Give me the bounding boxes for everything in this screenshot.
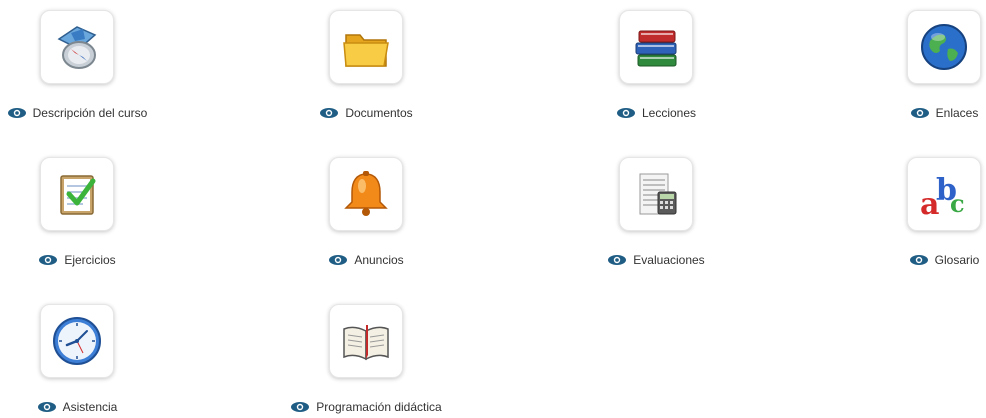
eye-icon[interactable]	[290, 401, 310, 413]
eye-icon[interactable]	[909, 254, 929, 266]
clock-icon[interactable]	[40, 304, 114, 378]
tool-attendance-label-row[interactable]: Asistencia	[0, 400, 177, 414]
bell-icon[interactable]	[329, 157, 403, 231]
tool-lessons-label-row[interactable]: Lecciones	[556, 106, 756, 120]
books-icon[interactable]	[619, 10, 693, 84]
checklist-icon[interactable]	[40, 157, 114, 231]
eye-icon[interactable]	[607, 254, 627, 266]
tool-course-description-label-row[interactable]: Descripción del curso	[0, 106, 177, 120]
tool-course-description[interactable]: Descripción del curso	[0, 10, 177, 120]
tool-attendance[interactable]: Asistencia	[0, 304, 177, 414]
globe-icon[interactable]	[907, 10, 981, 84]
svg-text:c: c	[950, 189, 965, 218]
tool-lessons[interactable]: Lecciones	[556, 10, 756, 120]
tool-label[interactable]: Asistencia	[63, 400, 118, 414]
tool-links-label-row[interactable]: Enlaces	[844, 106, 986, 120]
eye-icon[interactable]	[38, 254, 58, 266]
tool-label[interactable]: Enlaces	[936, 106, 979, 120]
tool-label[interactable]: Programación didáctica	[316, 400, 441, 414]
tool-glossary[interactable]: a b c Glosario	[844, 157, 986, 267]
tool-evaluations[interactable]: Evaluaciones	[556, 157, 756, 267]
tool-documents-label-row[interactable]: Documentos	[266, 106, 466, 120]
tool-syllabus[interactable]: Programación didáctica	[266, 304, 466, 414]
eye-icon[interactable]	[910, 107, 930, 119]
open-book-icon[interactable]	[329, 304, 403, 378]
tool-label[interactable]: Evaluaciones	[633, 253, 704, 267]
tool-label[interactable]: Descripción del curso	[33, 106, 148, 120]
tool-label[interactable]: Ejercicios	[64, 253, 115, 267]
tool-syllabus-label-row[interactable]: Programación didáctica	[266, 400, 466, 414]
eye-icon[interactable]	[37, 401, 57, 413]
tool-label[interactable]: Anuncios	[354, 253, 403, 267]
abc-icon[interactable]: a b c	[907, 157, 981, 231]
eye-icon[interactable]	[319, 107, 339, 119]
tool-label[interactable]: Documentos	[345, 106, 412, 120]
tool-links[interactable]: Enlaces	[844, 10, 986, 120]
calculator-sheet-icon[interactable]	[619, 157, 693, 231]
tool-exercises-label-row[interactable]: Ejercicios	[0, 253, 177, 267]
compass-map-icon[interactable]	[40, 10, 114, 84]
tool-label[interactable]: Lecciones	[642, 106, 696, 120]
tool-exercises[interactable]: Ejercicios	[0, 157, 177, 267]
tool-announcements-label-row[interactable]: Anuncios	[266, 253, 466, 267]
tool-documents[interactable]: Documentos	[266, 10, 466, 120]
eye-icon[interactable]	[328, 254, 348, 266]
tool-glossary-label-row[interactable]: Glosario	[844, 253, 986, 267]
tool-announcements[interactable]: Anuncios	[266, 157, 466, 267]
folder-icon[interactable]	[329, 10, 403, 84]
eye-icon[interactable]	[7, 107, 27, 119]
eye-icon[interactable]	[616, 107, 636, 119]
tool-evaluations-label-row[interactable]: Evaluaciones	[556, 253, 756, 267]
tool-label[interactable]: Glosario	[935, 253, 980, 267]
